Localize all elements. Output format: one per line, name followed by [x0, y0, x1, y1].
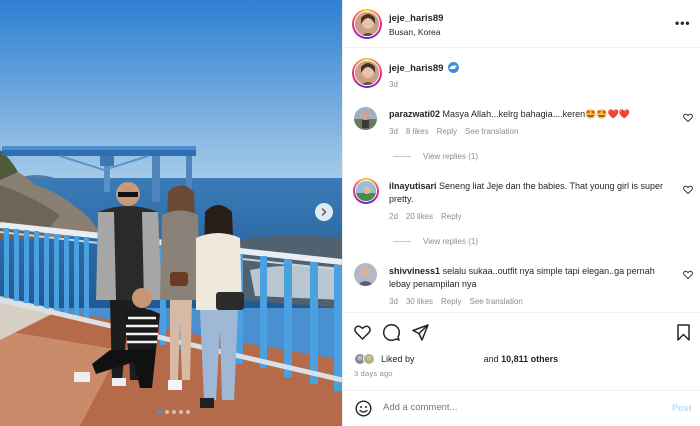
comment-time: 2d	[389, 212, 398, 221]
replies-divider	[393, 156, 411, 157]
comment-time: 3d	[389, 127, 398, 136]
post-date: 3 days ago	[354, 369, 393, 378]
likes-summary: Liked by and 10,811 others	[354, 353, 558, 365]
carousel-dot	[179, 410, 183, 414]
author-username[interactable]: jeje_haris89	[389, 13, 443, 24]
comment-meta: 3d 8 likes Reply See translation	[389, 127, 518, 136]
comment-meta: 2d 20 likes Reply	[389, 212, 461, 221]
bookmark-icon[interactable]	[675, 324, 692, 341]
post-header: jeje_haris89 Busan, Korea •••	[343, 0, 700, 48]
carousel-indicator	[158, 410, 190, 414]
comment-text: shivviness1 selalu sukaa..outfit nya sim…	[389, 265, 674, 290]
post-comment-button[interactable]: Post	[672, 403, 692, 413]
post-actions: Liked by and 10,811 others 3 days ago	[343, 312, 700, 392]
heart-icon[interactable]	[683, 185, 693, 195]
share-icon[interactable]	[412, 324, 429, 341]
liked-by-and: and	[483, 354, 499, 364]
view-replies-button[interactable]: View replies (1)	[393, 237, 478, 246]
comment-meta: 3d 30 likes Reply See translation	[389, 297, 523, 306]
likes-text: Liked by and 10,811 others	[381, 354, 558, 364]
view-replies-label[interactable]: View replies (1)	[423, 152, 478, 161]
post-location[interactable]: Busan, Korea	[389, 27, 441, 37]
comment-likes[interactable]: 30 likes	[406, 297, 433, 306]
carousel-next-button[interactable]	[315, 203, 333, 221]
chevron-right-icon	[321, 208, 327, 216]
reply-button[interactable]: Reply	[441, 297, 461, 306]
more-options-icon[interactable]: •••	[675, 16, 691, 30]
view-replies-button[interactable]: View replies (1)	[393, 152, 478, 161]
carousel-dot	[186, 410, 190, 414]
post-side-panel: jeje_haris89 Busan, Korea ••• jeje_haris…	[342, 0, 700, 426]
add-comment-bar: Post	[343, 390, 700, 426]
comment-body: Masya Allah...kelrg bahagia....keren🤩🤩❤️…	[442, 109, 630, 119]
caption-author-avatar[interactable]	[352, 58, 382, 88]
see-translation-button[interactable]: See translation	[465, 127, 518, 136]
post-photo[interactable]	[0, 0, 342, 426]
view-replies-label[interactable]: View replies (1)	[423, 237, 478, 246]
reply-button[interactable]: Reply	[441, 212, 461, 221]
heart-icon[interactable]	[683, 270, 693, 280]
replies-divider	[393, 241, 411, 242]
commenter-avatar[interactable]	[353, 178, 379, 204]
caption-timestamp: 3d	[389, 80, 398, 89]
heart-icon[interactable]	[683, 113, 693, 123]
liker-avatar[interactable]	[363, 353, 375, 365]
comment-username[interactable]: parazwati02	[389, 109, 440, 119]
commenter-avatar[interactable]	[354, 263, 377, 286]
comment-username[interactable]: shivviness1	[389, 266, 440, 276]
comment-likes[interactable]: 20 likes	[406, 212, 433, 221]
caption-username[interactable]: jeje_haris89	[389, 63, 443, 74]
commenter-avatar[interactable]	[354, 107, 377, 130]
liked-by-prefix: Liked by	[381, 354, 415, 364]
smile-icon[interactable]	[355, 400, 372, 417]
photo-scene	[0, 0, 342, 426]
reply-button[interactable]: Reply	[437, 127, 457, 136]
comment-text: parazwati02 Masya Allah...kelrg bahagia.…	[389, 108, 674, 121]
comment-time: 3d	[389, 297, 398, 306]
carousel-dot-active	[158, 410, 162, 414]
like-heart-icon[interactable]	[354, 324, 371, 341]
author-avatar[interactable]	[352, 9, 382, 39]
likes-count[interactable]: 10,811 others	[501, 354, 558, 364]
comment-text: ilnayutisari Seneng liat Jeje dan the ba…	[389, 180, 674, 205]
comment-username[interactable]: ilnayutisari	[389, 181, 437, 191]
see-translation-button[interactable]: See translation	[469, 297, 522, 306]
wave-emoji-icon	[448, 62, 459, 73]
add-comment-input[interactable]	[383, 402, 603, 413]
comment-likes[interactable]: 8 likes	[406, 127, 429, 136]
comment-icon[interactable]	[383, 324, 400, 341]
carousel-dot	[172, 410, 176, 414]
carousel-dot	[165, 410, 169, 414]
